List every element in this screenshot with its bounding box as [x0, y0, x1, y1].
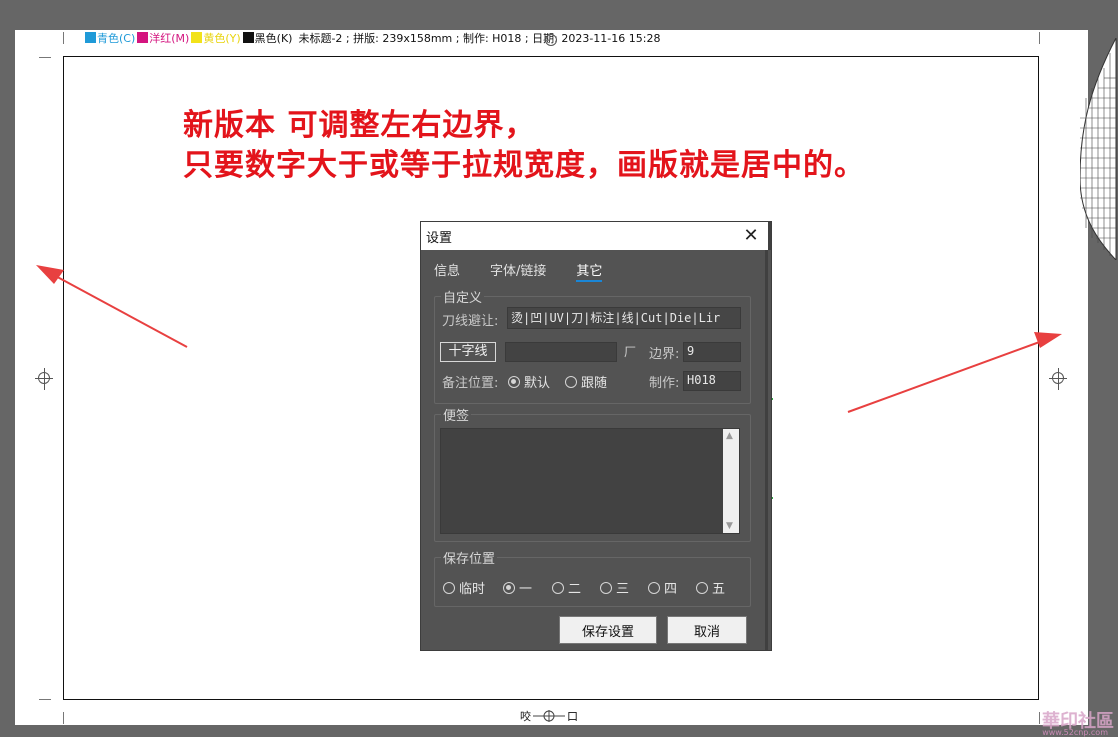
gripper-label: 咬 [520, 710, 531, 723]
radio-label: 跟随 [581, 376, 608, 391]
crosshair-button[interactable]: 十字线 [440, 342, 496, 362]
radio-label: 临时 [459, 582, 486, 597]
radio-label: 三 [616, 582, 630, 597]
memo-textarea[interactable]: ▲ ▼ [440, 428, 740, 534]
factory-checkbox[interactable]: 厂 [624, 343, 636, 360]
registration-mark-bottom-icon [533, 710, 565, 722]
save-location-temp-radio[interactable]: 临时 [443, 578, 485, 597]
save-location-2-radio[interactable]: 二 [552, 578, 581, 597]
maker-label: 制作: [649, 376, 680, 391]
ink-black: 黑色(K) [242, 30, 293, 46]
note-position-default-radio[interactable]: 默认 [508, 372, 550, 391]
cancel-button[interactable]: 取消 [667, 616, 747, 644]
black-swatch-icon [242, 32, 254, 43]
radio-label: 一 [519, 582, 533, 597]
memo-group-label: 便签 [441, 405, 472, 424]
save-settings-button[interactable]: 保存设置 [559, 616, 657, 644]
ink-yellow-label: 黄色(Y) [203, 32, 241, 45]
dialog-title: 设置 [426, 230, 453, 246]
annotation-line-1: 新版本 可调整左右边界， [183, 108, 536, 143]
registration-cross [44, 368, 45, 390]
scroll-down-icon[interactable]: ▼ [726, 521, 733, 531]
radio-unselected-icon [565, 375, 577, 388]
radio-unselected-icon [443, 581, 455, 594]
job-info: 未标题-2 ; 拼版: 239x158mm ; 制作: H018 ; 日期: 2… [298, 32, 661, 45]
crosshair-input[interactable] [505, 342, 617, 362]
registration-cross [1058, 368, 1059, 390]
watermark-url: www.52cnp.com [1042, 728, 1108, 737]
ink-magenta: 洋红(M) [137, 30, 189, 46]
gripper-box: 口 [567, 710, 578, 723]
cyan-swatch-icon [85, 32, 96, 43]
knife-avoid-label: 刀线避让: [442, 314, 499, 329]
side-hatch-graphic [1080, 38, 1117, 260]
note-position-label: 备注位置: [442, 376, 499, 391]
margin-label: 边界: [649, 347, 680, 362]
dialog-titlebar[interactable]: 设置 ✕ [421, 222, 771, 250]
radio-unselected-icon [552, 581, 564, 594]
radio-label: 二 [568, 582, 582, 597]
registration-mark-top-icon [545, 34, 557, 46]
memo-scrollbar[interactable]: ▲ ▼ [723, 429, 739, 533]
radio-unselected-icon [696, 581, 708, 594]
save-location-5-radio[interactable]: 五 [696, 578, 725, 597]
knife-avoid-input[interactable]: 烫|凹|UV|刀|标注|线|Cut|Die|Lir [507, 307, 741, 329]
magenta-swatch-icon [137, 32, 149, 43]
scroll-up-icon[interactable]: ▲ [726, 431, 733, 441]
ink-magenta-label: 洋红(M) [149, 32, 190, 45]
radio-selected-icon [503, 581, 515, 594]
radio-selected-icon [508, 375, 520, 388]
crop-mark [39, 699, 51, 700]
save-location-1-radio[interactable]: 一 [503, 578, 532, 597]
save-location-label: 保存位置 [441, 548, 498, 567]
note-position-follow-radio[interactable]: 跟随 [565, 372, 607, 391]
annotation-text: 新版本 可调整左右边界， 只要数字大于或等于拉规宽度，画版就是居中的。 [183, 106, 865, 186]
crop-mark [1039, 712, 1040, 724]
tab-bar: 信息 字体/链接 其它 [434, 260, 603, 282]
crop-mark [63, 712, 64, 724]
yellow-swatch-icon [191, 32, 203, 43]
ink-black-label: 黑色(K) [254, 32, 293, 45]
crop-mark [1039, 32, 1040, 44]
gripper-mark: 咬 口 [520, 708, 578, 724]
margin-input[interactable]: 9 [683, 342, 741, 362]
radio-label: 四 [664, 582, 678, 597]
tab-info[interactable]: 信息 [434, 260, 460, 282]
header-color-bar: 青色(C) 洋红(M) 黄色(Y) 黑色(K) 未标题-2 ; 拼版: 239x… [85, 30, 660, 46]
save-location-3-radio[interactable]: 三 [600, 578, 629, 597]
save-location-4-radio[interactable]: 四 [648, 578, 677, 597]
ink-cyan-label: 青色(C) [97, 32, 136, 45]
ink-cyan: 青色(C) [85, 30, 135, 46]
ink-yellow: 黄色(Y) [191, 30, 241, 46]
radio-label: 五 [712, 582, 726, 597]
tab-font-link[interactable]: 字体/链接 [490, 260, 546, 282]
custom-group-label: 自定义 [441, 287, 485, 306]
settings-dialog: 设置 ✕ 信息 字体/链接 其它 自定义 刀线避让: 烫|凹|UV|刀|标注|线… [421, 222, 771, 650]
dialog-body: 信息 字体/链接 其它 自定义 刀线避让: 烫|凹|UV|刀|标注|线|Cut|… [421, 250, 768, 650]
radio-label: 默认 [524, 376, 551, 391]
crop-mark [63, 32, 64, 44]
tab-other[interactable]: 其它 [576, 260, 603, 282]
close-icon[interactable]: ✕ [740, 226, 762, 246]
maker-input[interactable]: H018 [683, 371, 741, 391]
crop-mark [39, 57, 51, 58]
annotation-line-2: 只要数字大于或等于拉规宽度，画版就是居中的。 [183, 148, 865, 183]
radio-unselected-icon [600, 581, 612, 594]
radio-unselected-icon [648, 581, 660, 594]
